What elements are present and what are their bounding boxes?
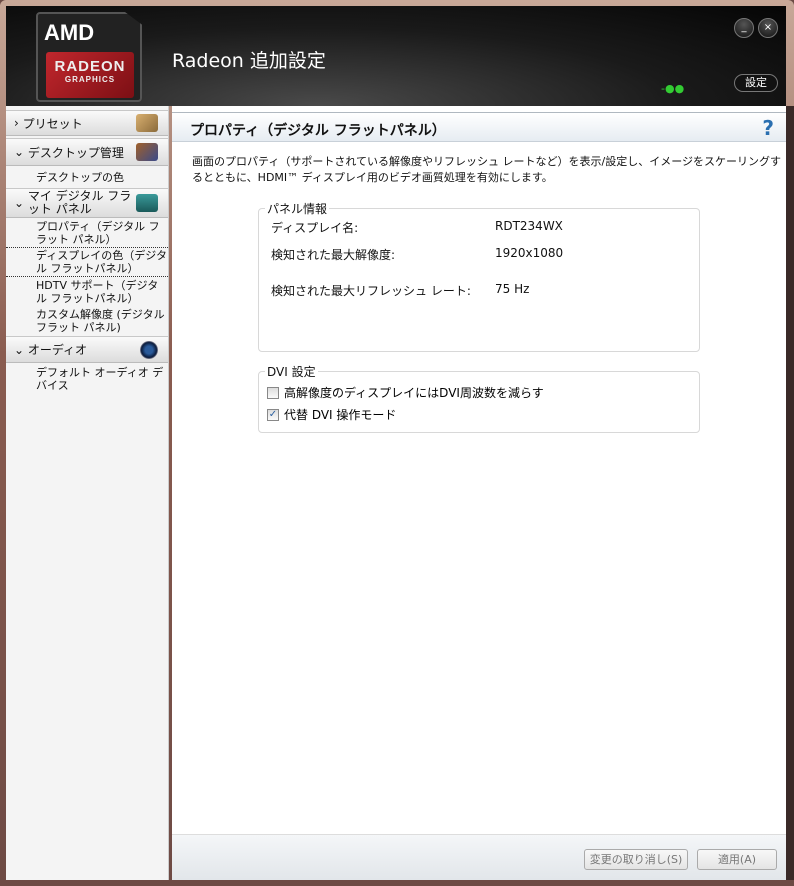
page-description: 画面のプロパティ（サポートされている解像度やリフレッシュ レートなど）を表示/設…	[192, 155, 781, 184]
checkbox-label: 代替 DVI 操作モード	[284, 408, 397, 422]
app-title: Radeon 追加設定	[172, 50, 326, 72]
help-icon[interactable]: ?	[762, 116, 774, 140]
sidebar-section-label: デスクトップ管理	[27, 145, 124, 160]
speaker-icon	[140, 340, 158, 359]
minimize-button[interactable]: _	[734, 18, 754, 38]
checkbox-label: 高解像度のディスプレイにはDVI周波数を減らす	[284, 386, 544, 400]
logo-radeon: RADEON	[54, 58, 126, 75]
dvi-settings-group: DVI 設定 高解像度のディスプレイにはDVI周波数を減らす ✓ 代替 DVI 操…	[258, 363, 700, 433]
page-title: プロパティ（デジタル フラットパネル）	[190, 123, 446, 139]
max-resolution-value: 1920x1080	[495, 246, 564, 260]
alternate-dvi-mode-checkbox[interactable]: ✓ 代替 DVI 操作モード	[267, 406, 396, 423]
sidebar-section-label: プリセット	[22, 116, 83, 131]
chevron-icon: ⌄	[14, 145, 25, 159]
max-resolution-label: 検知された最大解像度:	[271, 248, 396, 262]
panel-info-group: パネル情報 ディスプレイ名: RDT234WX 検知された最大解像度: 1920…	[258, 200, 700, 352]
sidebar: › プリセット ⌄ デスクトップ管理 デスクトップの色 ⌄ マイ デジタル フラ…	[6, 106, 169, 880]
sidebar-section-presets[interactable]: › プリセット	[6, 110, 168, 136]
chevron-icon: ›	[14, 116, 19, 130]
sidebar-item-default-audio[interactable]: デフォルト オーディオ デバイス	[6, 364, 168, 394]
dvi-settings-legend: DVI 設定	[265, 363, 318, 380]
scrollbar[interactable]	[786, 106, 794, 880]
discard-changes-button[interactable]: 変更の取り消し(S)	[584, 849, 688, 870]
sidebar-section-flat-panel[interactable]: ⌄ マイ デジタル フラット パネル	[6, 188, 168, 218]
display-name-label: ディスプレイ名:	[271, 221, 359, 235]
monitor-icon	[136, 194, 158, 212]
logo-amd: AMD	[44, 20, 95, 45]
preset-icon	[136, 114, 158, 132]
close-button[interactable]: ×	[758, 18, 778, 38]
sidebar-section-label: マイ デジタル フラット パネル	[27, 189, 132, 216]
sidebar-item-display-color[interactable]: ディスプレイの色（デジタル フラットパネル）	[6, 247, 168, 277]
sidebar-item-hdtv-support[interactable]: HDTV サポート（デジタル フラットパネル）	[6, 277, 168, 306]
amd-radeon-logo: AMD RADEON GRAPHICS	[36, 12, 142, 102]
max-refresh-label: 検知された最大リフレッシュ レート:	[271, 284, 471, 298]
checkbox-box[interactable]: ✓	[267, 408, 279, 421]
sidebar-section-audio[interactable]: ⌄ オーディオ	[6, 336, 168, 363]
settings-button[interactable]: 設定	[734, 74, 778, 92]
pin-icon[interactable]: -●●	[661, 82, 684, 95]
sidebar-item-desktop-color[interactable]: デスクトップの色	[6, 168, 168, 187]
chevron-icon: ⌄	[14, 342, 25, 357]
chevron-icon: ⌄	[14, 195, 25, 210]
sidebar-item-custom-resolution[interactable]: カスタム解像度 (デジタル フラット パネル)	[6, 306, 168, 335]
logo-graphics: GRAPHICS	[64, 75, 116, 84]
panel-info-legend: パネル情報	[265, 200, 330, 217]
sidebar-section-desktop[interactable]: ⌄ デスクトップ管理	[6, 138, 168, 166]
checkbox-box[interactable]	[267, 386, 279, 399]
main-panel: プロパティ（デジタル フラットパネル） ? 画面のプロパティ（サポートされている…	[172, 106, 786, 880]
display-name-value: RDT234WX	[495, 219, 563, 233]
page-header: プロパティ（デジタル フラットパネル） ?	[172, 112, 786, 142]
header: AMD RADEON GRAPHICS Radeon 追加設定 _ × -●● 設…	[6, 6, 786, 106]
sidebar-section-label: オーディオ	[27, 343, 88, 357]
apply-button[interactable]: 適用(A)	[697, 849, 777, 870]
desktop-icon	[136, 143, 158, 161]
sidebar-item-properties[interactable]: プロパティ（デジタル フラット パネル）	[6, 219, 168, 247]
reduce-dvi-frequency-checkbox[interactable]: 高解像度のディスプレイにはDVI周波数を減らす	[267, 384, 544, 401]
max-refresh-value: 75 Hz	[495, 282, 530, 296]
action-bar: 変更の取り消し(S) 適用(A)	[172, 834, 786, 880]
